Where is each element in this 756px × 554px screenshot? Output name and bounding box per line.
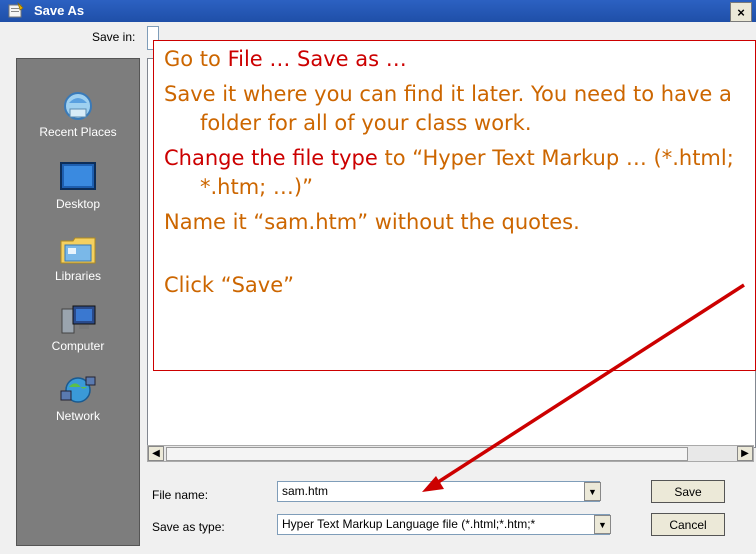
horizontal-scrollbar[interactable]: ◀ ▶ xyxy=(147,445,754,462)
recent-places-icon xyxy=(64,92,92,120)
chevron-down-icon: ▼ xyxy=(598,519,607,530)
close-icon: × xyxy=(737,4,745,20)
save-as-type-label: Save as type: xyxy=(152,520,225,534)
place-desktop[interactable]: Desktop xyxy=(17,161,139,211)
place-libraries[interactable]: Libraries xyxy=(17,233,139,283)
libraries-icon xyxy=(60,237,96,264)
close-button[interactable]: × xyxy=(730,2,752,22)
file-name-dropdown[interactable]: ▼ xyxy=(584,482,601,501)
instruction-step-2: Save it where you can find it later. You… xyxy=(164,82,732,135)
scroll-thumb[interactable] xyxy=(166,447,688,461)
desktop-icon xyxy=(60,162,96,190)
scroll-left-button[interactable]: ◀ xyxy=(148,446,164,461)
save-as-dialog: Save As × Save in: Recent Places Desktop xyxy=(0,0,756,554)
network-icon xyxy=(60,376,96,403)
window-title: Save As xyxy=(34,3,85,18)
chevron-down-icon: ▼ xyxy=(588,486,597,497)
instruction-callout: Go to File … Save as … Save it where you… xyxy=(153,40,756,371)
file-name-label: File name: xyxy=(152,488,209,502)
place-label: Network xyxy=(55,409,100,423)
instruction-step-1: Go to File … Save as … xyxy=(164,47,407,71)
chevron-left-icon: ◀ xyxy=(152,448,160,459)
instruction-step-4: Name it “sam.htm” without the quotes. xyxy=(164,210,580,234)
instruction-step-3: Change the file type to “Hyper Text Mark… xyxy=(164,146,734,199)
title-bar: Save As × xyxy=(0,0,756,22)
place-computer[interactable]: Computer xyxy=(17,303,139,353)
chevron-right-icon: ▶ xyxy=(741,448,749,459)
save-as-icon xyxy=(8,2,24,18)
scroll-right-button[interactable]: ▶ xyxy=(737,446,753,461)
place-network[interactable]: Network xyxy=(17,373,139,423)
save-as-type-dropdown[interactable]: ▼ xyxy=(594,515,611,534)
place-label: Libraries xyxy=(54,269,102,283)
save-in-label: Save in: xyxy=(92,30,136,44)
instruction-step-5: Click “Save” xyxy=(164,273,295,297)
place-label: Computer xyxy=(51,339,105,353)
places-bar: Recent Places Desktop Libraries Computer… xyxy=(16,58,140,546)
file-name-input[interactable]: sam.htm xyxy=(277,481,600,502)
place-recent-places[interactable]: Recent Places xyxy=(17,89,139,139)
place-label: Recent Places xyxy=(39,125,117,139)
save-as-type-select[interactable]: Hyper Text Markup Language file (*.html;… xyxy=(277,514,610,535)
save-button[interactable]: Save xyxy=(651,480,725,503)
place-label: Desktop xyxy=(55,197,101,211)
computer-icon xyxy=(61,305,96,334)
cancel-button[interactable]: Cancel xyxy=(651,513,725,536)
